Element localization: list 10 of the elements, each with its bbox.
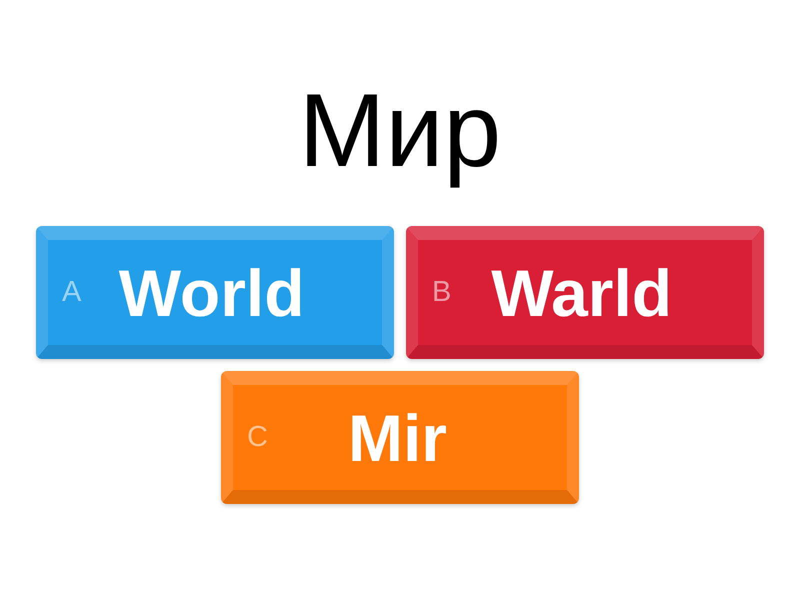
answer-text: World <box>118 260 306 326</box>
answer-text: Mir <box>346 404 448 470</box>
answer-letter: C <box>247 421 268 454</box>
question-text: Мир <box>298 72 502 191</box>
answer-text: Warld <box>490 260 674 326</box>
answer-letter: B <box>432 276 452 309</box>
answer-letter: A <box>62 276 82 309</box>
answer-button[interactable]: B Warld <box>406 226 764 359</box>
answer-button[interactable]: C Mir <box>221 371 579 504</box>
answer-button[interactable]: A World <box>36 226 394 359</box>
